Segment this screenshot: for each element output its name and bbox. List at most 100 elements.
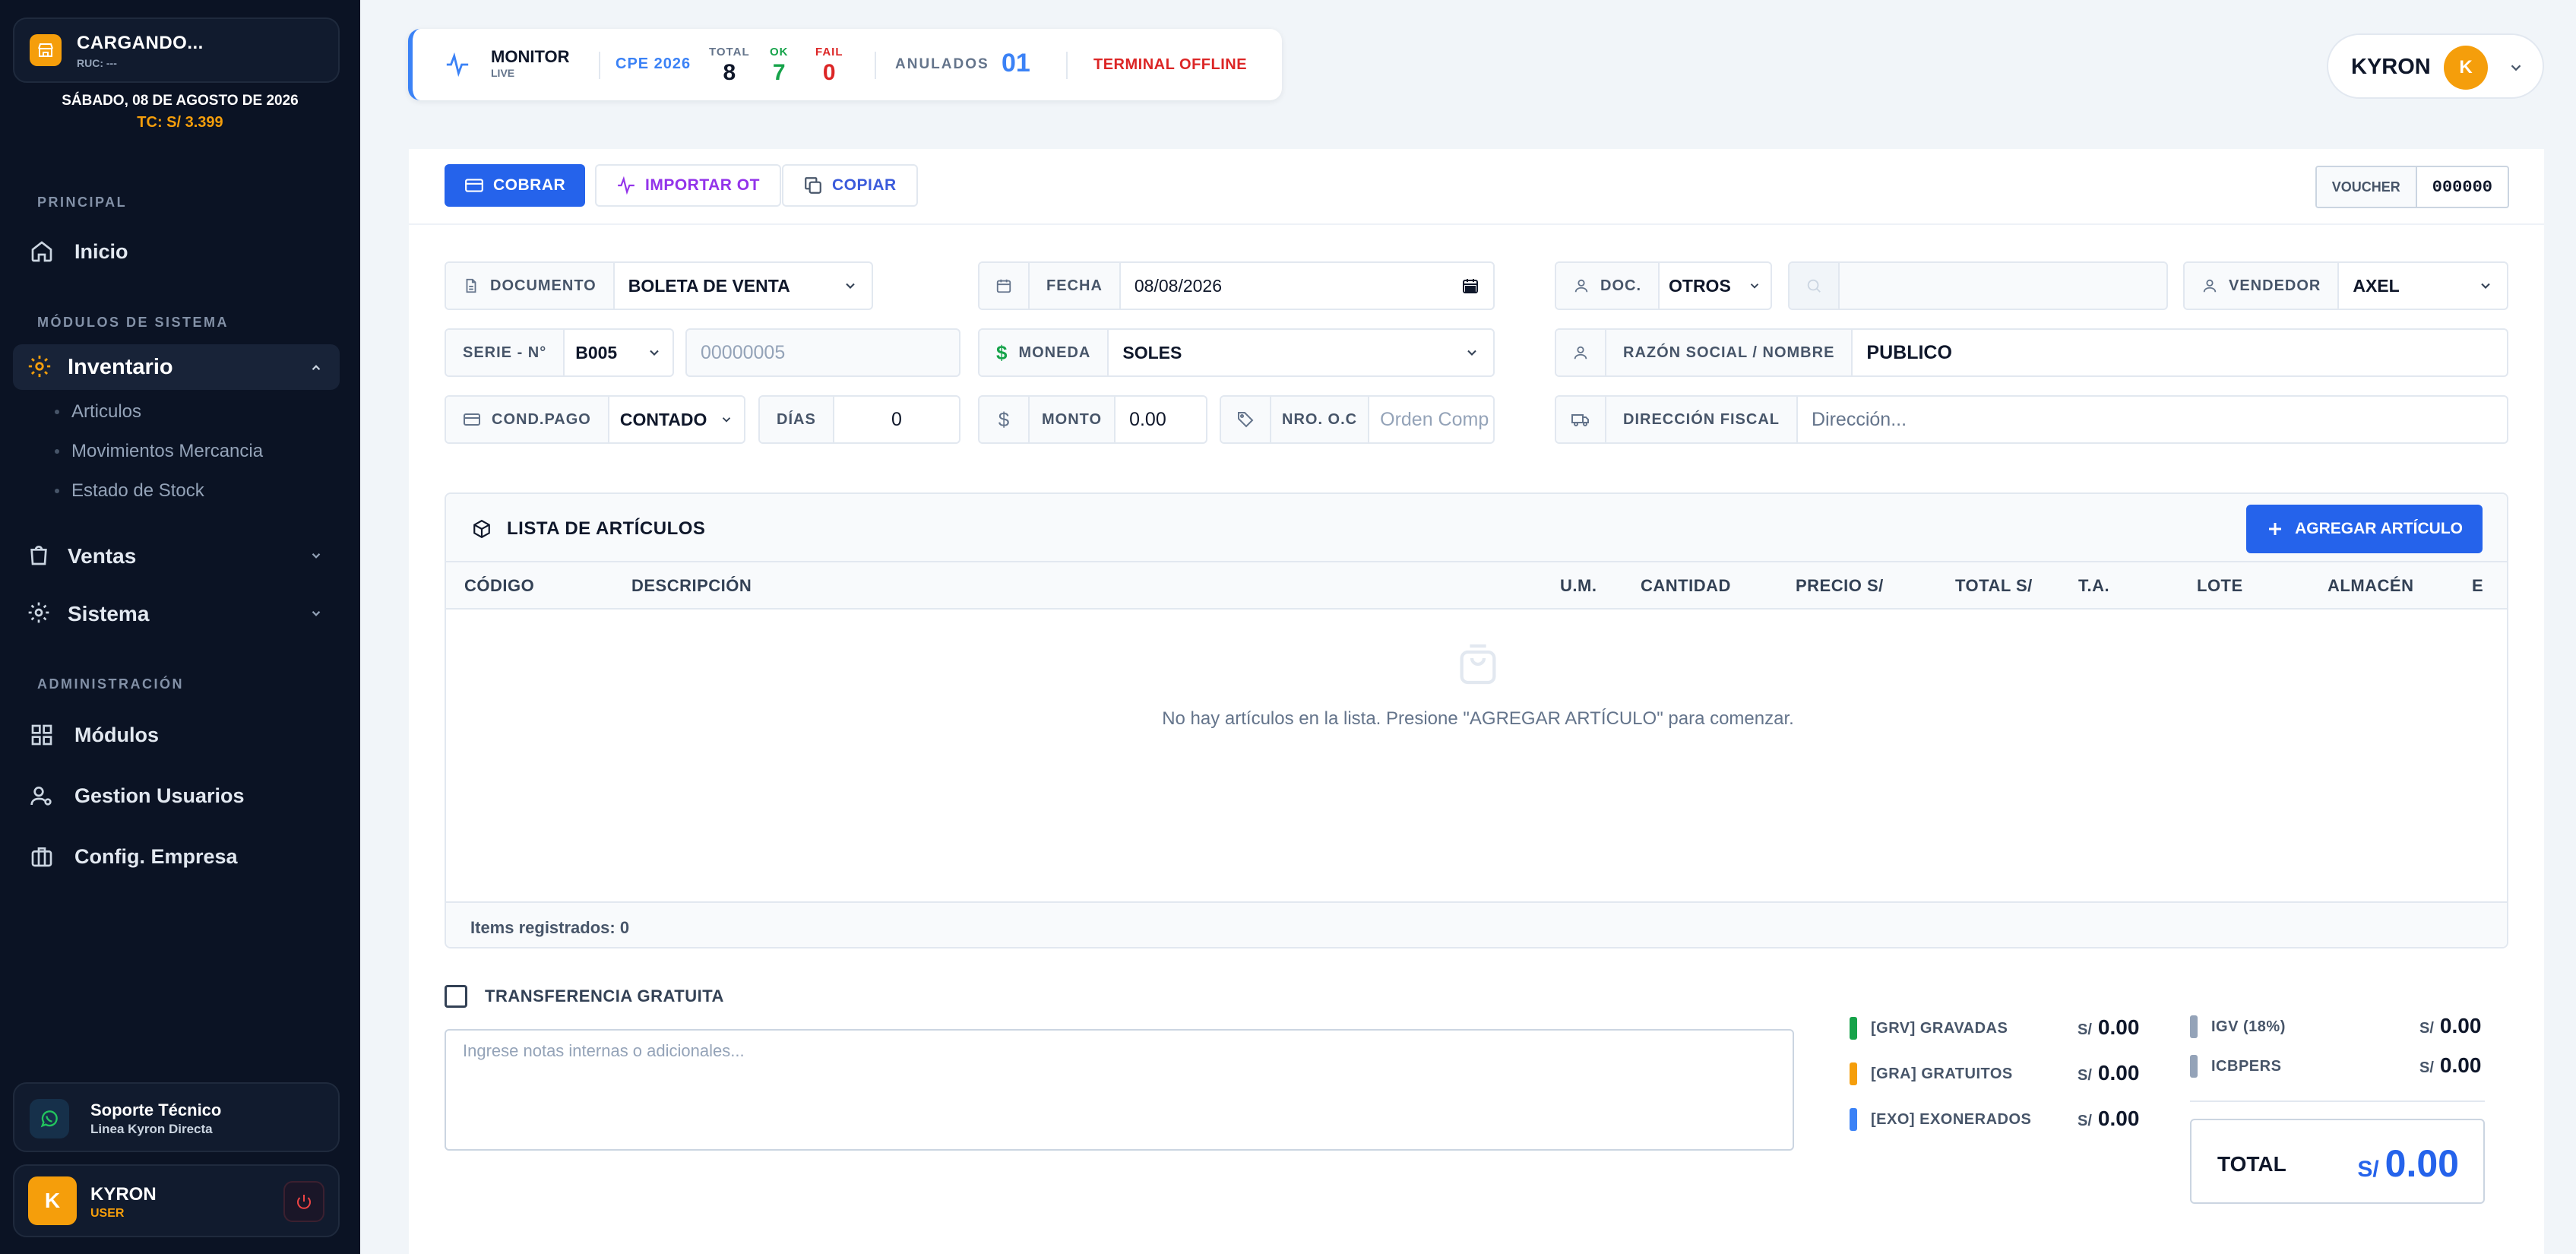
moneda-label: $ MONEDA — [979, 330, 1109, 375]
stat-ok-label: OK — [770, 46, 789, 59]
voucher-field: VOUCHER 000000 — [2315, 166, 2509, 208]
doc-label: DOC. — [1556, 263, 1660, 309]
exonerados-label: [EXO] EXONERADOS — [1871, 1110, 2032, 1128]
add-article-button[interactable]: AGREGAR ARTÍCULO — [2246, 505, 2483, 553]
igv-indicator — [2190, 1015, 2198, 1038]
col-lote: LOTE — [2197, 576, 2243, 595]
user-role: USER — [90, 1207, 125, 1220]
serie-label: SERIE - N° — [446, 330, 565, 375]
direccion-input[interactable]: DIRECCIÓN FISCAL Dirección... — [1555, 395, 2508, 444]
nav-inventario-label: Inventario — [68, 355, 173, 379]
user-card: K KYRON USER — [13, 1164, 340, 1237]
plus-icon — [2269, 523, 2282, 535]
terminal-status: TERMINAL OFFLINE — [1093, 56, 1248, 73]
cobrar-button[interactable]: COBRAR — [445, 164, 586, 207]
nro-oc-label: NRO. O.C — [1271, 397, 1370, 442]
divider — [599, 52, 600, 79]
nav-ventas[interactable]: Ventas — [13, 534, 340, 579]
calendar-icon[interactable] — [1461, 277, 1479, 295]
empty-message: No hay artículos en la lista. Presione "… — [1162, 708, 1794, 729]
divider — [1066, 52, 1068, 79]
support-card[interactable]: Soporte Técnico Linea Kyron Directa — [13, 1082, 340, 1152]
home-icon — [27, 237, 56, 266]
company-card[interactable]: CARGANDO... RUC: --- — [13, 17, 340, 83]
stat-total: TOTAL 8 — [709, 46, 750, 86]
nav-sistema[interactable]: Sistema — [13, 591, 340, 637]
cond-pago-select[interactable]: COND.PAGO CONTADO — [445, 395, 745, 444]
chevron-up-icon — [309, 361, 323, 375]
igv-amount: S/0.00 — [2419, 1014, 2482, 1037]
monto-input[interactable]: $ MONTO 0.00 — [978, 395, 1207, 444]
user-icon — [1556, 330, 1606, 375]
col-descripcion: DESCRIPCIÓN — [631, 576, 752, 595]
whatsapp-icon — [30, 1099, 69, 1138]
doc-type-select[interactable]: DOC. OTROS — [1555, 261, 1772, 310]
transfer-label: TRANSFERENCIA GRATUITA — [485, 986, 724, 1005]
voucher-value: 000000 — [2432, 177, 2492, 197]
nav-inventario[interactable]: Inventario — [13, 344, 340, 390]
logout-button[interactable] — [283, 1181, 324, 1222]
icbpers-row: ICBPERS — [2190, 1055, 2281, 1078]
monto-value: 0.00 — [1129, 408, 1166, 430]
copiar-button[interactable]: COPIAR — [782, 164, 918, 207]
nav-movimientos[interactable]: Movimientos Mercancia — [55, 441, 263, 462]
avatar: K — [28, 1176, 77, 1225]
col-ta: T.A. — [2078, 576, 2110, 595]
dollar-icon: $ — [979, 397, 1030, 442]
list-title: LISTA DE ARTÍCULOS — [472, 518, 705, 540]
col-cantidad: CANTIDAD — [1641, 576, 1731, 595]
nav-config-empresa[interactable]: Config. Empresa — [27, 842, 238, 871]
gratuitos-label: [GRA] GRATUITOS — [1871, 1065, 2013, 1082]
list-footer: Items registrados: 0 — [446, 901, 2507, 947]
items-count: Items registrados: 0 — [470, 918, 630, 937]
serie-select[interactable]: SERIE - N° B005 — [445, 328, 674, 377]
nav-modulos[interactable]: Módulos — [27, 720, 159, 749]
fecha-input[interactable]: FECHA 08/08/2026 — [978, 261, 1495, 310]
chevron-down-icon — [1467, 350, 1476, 356]
chevron-down-icon — [309, 606, 323, 620]
icbpers-indicator — [2190, 1055, 2198, 1078]
nav-sistema-label: Sistema — [68, 602, 150, 625]
serie-value: B005 — [565, 330, 672, 375]
stat-fail-value: 0 — [822, 60, 836, 85]
vendedor-select[interactable]: VENDEDOR AXEL — [2183, 261, 2508, 310]
moneda-select[interactable]: $ MONEDA SOLES — [978, 328, 1495, 377]
transfer-checkbox[interactable] — [445, 985, 467, 1008]
nav-gestion-usuarios[interactable]: Gestion Usuarios — [27, 781, 245, 810]
sales-form: COBRAR IMPORTAR OT COPIAR VOUCHER 000000… — [409, 149, 2544, 1254]
total-amount: S/0.00 — [2357, 1142, 2459, 1185]
cpe-year: CPE 2026 — [616, 55, 691, 72]
igv-label: IGV (18%) — [2211, 1018, 2286, 1035]
icbpers-label: ICBPERS — [2211, 1057, 2282, 1075]
top-user-name: KYRON — [2351, 55, 2431, 79]
doc-number-input[interactable] — [1788, 261, 2168, 310]
nav-modulos-label: Módulos — [74, 723, 159, 746]
notes-textarea[interactable]: Ingrese notas internas o adicionales... — [445, 1029, 1794, 1151]
chevron-down-icon — [650, 350, 659, 356]
nav-articulos[interactable]: Articulos — [55, 401, 141, 423]
nro-oc-input[interactable]: NRO. O.C Orden Comp — [1220, 395, 1495, 444]
voucher-label: VOUCHER — [2316, 167, 2417, 207]
calendar-icon — [979, 263, 1030, 309]
numero-input[interactable]: 00000005 — [685, 328, 960, 377]
bullet-icon — [55, 449, 59, 454]
add-article-label: AGREGAR ARTÍCULO — [2295, 520, 2463, 537]
razon-social-input[interactable]: RAZÓN SOCIAL / NOMBRE PUBLICO — [1555, 328, 2508, 377]
importar-ot-button[interactable]: IMPORTAR OT — [595, 164, 781, 207]
nav-estado-stock[interactable]: Estado de Stock — [55, 480, 204, 502]
shopping-bag-icon — [1454, 640, 1502, 689]
copiar-label: COPIAR — [832, 176, 897, 194]
nav-inicio[interactable]: Inicio — [27, 237, 128, 266]
documento-select[interactable]: DOCUMENTO BOLETA DE VENTA — [445, 261, 873, 310]
gratuitos-row: [GRA] GRATUITOS — [1850, 1062, 2013, 1085]
monitor-sub: LIVE — [491, 67, 515, 79]
documento-label: DOCUMENTO — [446, 263, 615, 309]
shopping-bag-icon — [27, 543, 51, 567]
exonerados-row: [EXO] EXONERADOS — [1850, 1108, 2031, 1131]
user-menu-button[interactable]: KYRON K — [2327, 33, 2544, 99]
section-principal: PRINCIPAL — [37, 195, 128, 210]
gravadas-indicator — [1850, 1017, 1857, 1040]
dias-value: 0 — [891, 408, 902, 430]
dias-input[interactable]: DÍAS 0 — [758, 395, 960, 444]
package-icon — [473, 519, 490, 539]
